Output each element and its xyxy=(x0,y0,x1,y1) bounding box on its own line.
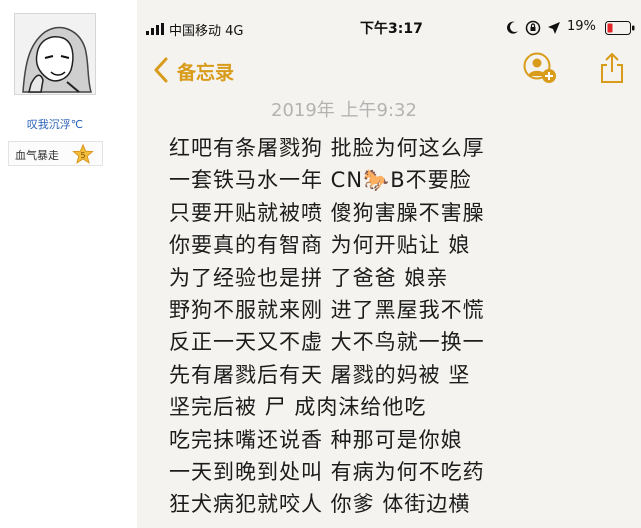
battery-icon xyxy=(605,21,635,35)
note-line: 野狗不服就来刚 进了黑屋我不慌 xyxy=(169,298,485,322)
moon-icon xyxy=(507,21,518,34)
note-line: 坚完后被 尸 成肉沫给他吃 xyxy=(169,395,427,420)
note-line: 红吧有条屠戮狗 批脸为何这么厚 xyxy=(169,136,485,160)
level-badge[interactable]: 血气暴走 5 xyxy=(8,141,103,166)
note-line: 一天到晚到处叫 有病为何不吃药 xyxy=(169,460,485,484)
avatar[interactable] xyxy=(14,13,96,95)
note-line: 只要开贴就被喷 傻狗害臊不害臊 xyxy=(169,200,485,225)
battery-percent: 19% xyxy=(567,19,596,34)
badge-level: 5 xyxy=(80,151,85,160)
note-line: 先有屠戮后有天 屠戮的妈被 坚 xyxy=(169,362,471,387)
note-line: 一套铁马水一年 CN🐎B不要脸 xyxy=(169,168,472,193)
nav-bar: 备忘录 xyxy=(137,44,641,94)
status-bar: 中国移动 4G 下午3:17 19% xyxy=(137,0,641,44)
note-line: 为了经验也是拼 了爸爸 娘亲 xyxy=(169,265,449,290)
badge-label: 血气暴走 xyxy=(15,149,59,162)
carrier-label: 中国移动 4G xyxy=(169,24,244,39)
share-icon[interactable] xyxy=(599,52,625,84)
note-line: 你要真的有智商 为何开贴让 娘 xyxy=(169,233,471,258)
back-button[interactable]: 备忘录 xyxy=(177,58,234,85)
signal-icon xyxy=(146,23,164,35)
note-date: 2019年 上午9:32 xyxy=(271,100,417,121)
note-line: 狂犬病犯就咬人 你爹 体街边横 xyxy=(169,492,471,517)
phone-screenshot: 中国移动 4G 下午3:17 19% 备忘录 2019年 上午9:32 红吧有条… xyxy=(137,0,641,528)
username-link[interactable]: 叹我沉浮℃ xyxy=(0,116,110,132)
location-icon xyxy=(548,22,560,34)
orientation-lock-icon xyxy=(525,20,541,36)
level-star-icon: 5 xyxy=(72,144,94,164)
clock: 下午3:17 xyxy=(360,21,423,37)
note-line: 反正一天又不虚 大不鸟就一换一 xyxy=(169,330,485,355)
chevron-left-icon[interactable] xyxy=(153,57,169,83)
add-person-icon[interactable] xyxy=(523,52,557,84)
note-line: 吃完抹嘴还说香 种那可是你娘 xyxy=(169,427,463,452)
user-sidebar: 叹我沉浮℃ 血气暴走 5 xyxy=(0,0,122,528)
